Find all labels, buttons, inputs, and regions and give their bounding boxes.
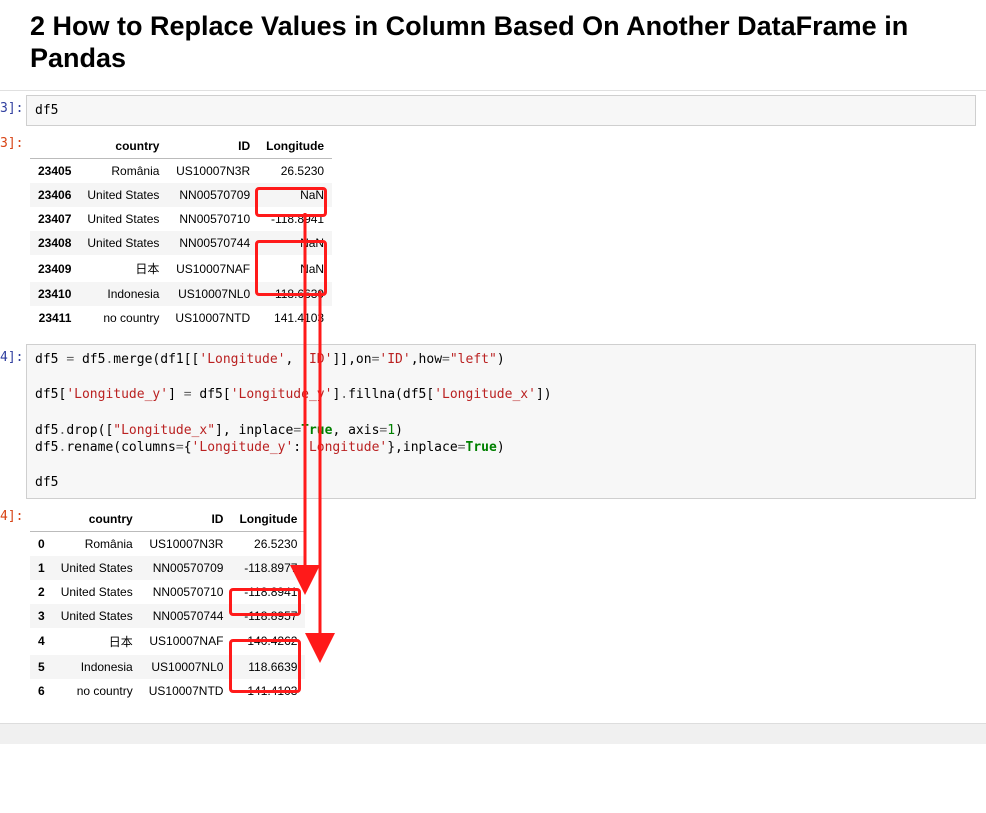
row-index: 23405 [30,159,79,184]
cell: -118.8941 [231,580,305,604]
output-cell-2: 4]: countryIDLongitude 0RomâniaUS10007N3… [0,503,986,713]
table-row: 23407United StatesNN00570710-118.8941 [30,207,332,231]
table-row: 1United StatesNN00570709-118.8977 [30,556,305,580]
output-cell-1: 3]: countryIDLongitude 23405RomâniaUS100… [0,130,986,340]
row-index: 5 [30,655,53,679]
cell: 141.4103 [258,306,332,330]
column-header: Longitude [231,507,305,532]
cell: Indonesia [53,655,141,679]
table-row: 23408United StatesNN00570744NaN [30,231,332,255]
table-row: 0RomâniaUS10007N3R26.5230 [30,531,305,556]
cell: Indonesia [79,282,167,306]
row-index: 3 [30,604,53,628]
code-input-1[interactable]: df5 [26,95,976,127]
column-header [30,507,53,532]
cell: NaN [258,183,332,207]
dataframe-table-1: countryIDLongitude 23405RomâniaUS10007N3… [30,134,332,330]
column-header [30,134,79,159]
dataframe-table-2: countryIDLongitude 0RomâniaUS10007N3R26.… [30,507,305,703]
cell: NN00570710 [167,207,258,231]
row-index: 23406 [30,183,79,207]
row-index: 1 [30,556,53,580]
table-row: 23411no countryUS10007NTD141.4103 [30,306,332,330]
cell: NN00570744 [167,231,258,255]
cell: 日本 [79,255,167,282]
section-heading: 2 How to Replace Values in Column Based … [0,0,986,91]
cell: United States [79,207,167,231]
row-index: 2 [30,580,53,604]
cell: -118.8957 [231,604,305,628]
row-index: 23411 [30,306,79,330]
table-row: 4日本US10007NAF140.4262 [30,628,305,655]
table-row: 2United StatesNN00570710-118.8941 [30,580,305,604]
cell: United States [79,183,167,207]
table-row: 3United StatesNN00570744-118.8957 [30,604,305,628]
cell: 118.6639 [258,282,332,306]
column-header: ID [167,134,258,159]
cell: US10007N3R [167,159,258,184]
cell: România [79,159,167,184]
cell: 140.4262 [231,628,305,655]
row-index: 6 [30,679,53,703]
table-row: 5IndonesiaUS10007NL0118.6639 [30,655,305,679]
cell: United States [53,604,141,628]
cell: România [53,531,141,556]
cell: US10007N3R [141,531,232,556]
cell: NaN [258,255,332,282]
column-header: country [79,134,167,159]
cell: US10007NAF [141,628,232,655]
table-row: 6no countryUS10007NTD141.4103 [30,679,305,703]
output-2: countryIDLongitude 0RomâniaUS10007N3R26.… [26,503,986,713]
row-index: 0 [30,531,53,556]
cell: US10007NTD [141,679,232,703]
cell: no country [53,679,141,703]
cell: United States [79,231,167,255]
table-row: 23405RomâniaUS10007N3R26.5230 [30,159,332,184]
input-cell-1: 3]: df5 [0,95,986,127]
cell: 118.6639 [231,655,305,679]
footer-gap [0,723,986,744]
cell: no country [79,306,167,330]
cell: United States [53,580,141,604]
table-row: 23406United StatesNN00570709NaN [30,183,332,207]
cell: NN00570744 [141,604,232,628]
table-row: 23410IndonesiaUS10007NL0118.6639 [30,282,332,306]
cell: US10007NTD [167,306,258,330]
cell: 26.5230 [258,159,332,184]
in-prompt-1: 3]: [0,95,26,116]
row-index: 4 [30,628,53,655]
input-cell-2: 4]: df5 = df5.merge(df1[['Longitude', 'I… [0,344,986,498]
cell: -118.8941 [258,207,332,231]
cell: 26.5230 [231,531,305,556]
in-prompt-2: 4]: [0,344,26,365]
cell: US10007NL0 [167,282,258,306]
row-index: 23407 [30,207,79,231]
cell: -118.8977 [231,556,305,580]
cell: 141.4103 [231,679,305,703]
out-prompt-1: 3]: [0,130,26,151]
cell: US10007NL0 [141,655,232,679]
column-header: country [53,507,141,532]
cell: NN00570709 [167,183,258,207]
row-index: 23408 [30,231,79,255]
cell: NN00570709 [141,556,232,580]
table-row: 23409日本US10007NAFNaN [30,255,332,282]
row-index: 23409 [30,255,79,282]
row-index: 23410 [30,282,79,306]
column-header: ID [141,507,232,532]
out-prompt-2: 4]: [0,503,26,524]
output-1: countryIDLongitude 23405RomâniaUS10007N3… [26,130,986,340]
cell: 日本 [53,628,141,655]
code-input-2[interactable]: df5 = df5.merge(df1[['Longitude', 'ID']]… [26,344,976,498]
column-header: Longitude [258,134,332,159]
cell: NaN [258,231,332,255]
cell: NN00570710 [141,580,232,604]
cell: United States [53,556,141,580]
cell: US10007NAF [167,255,258,282]
